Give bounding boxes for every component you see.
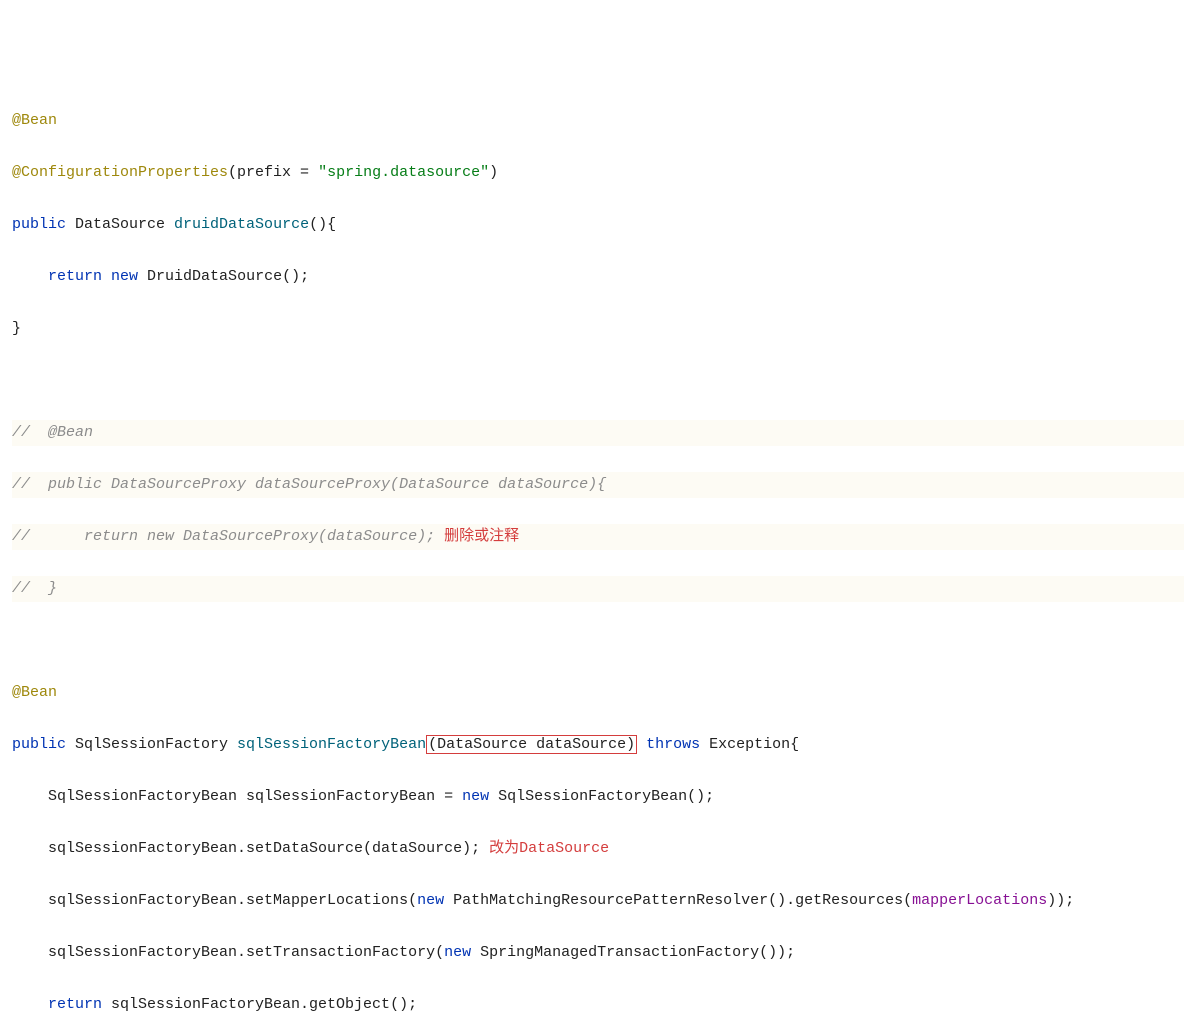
code-line: @Bean bbox=[12, 108, 1184, 134]
keyword-new: new bbox=[111, 268, 138, 285]
code-text: SqlSessionFactoryBean sqlSessionFactoryB… bbox=[12, 788, 462, 805]
code-text: sqlSessionFactoryBean.getObject(); bbox=[102, 996, 417, 1013]
code-text: Exception{ bbox=[700, 736, 799, 753]
code-line: SqlSessionFactoryBean sqlSessionFactoryB… bbox=[12, 784, 1184, 810]
code-line: sqlSessionFactoryBean.setMapperLocations… bbox=[12, 888, 1184, 914]
keyword-return: return bbox=[12, 268, 111, 285]
string-literal: "spring.datasource" bbox=[318, 164, 489, 181]
code-line: public SqlSessionFactory sqlSessionFacto… bbox=[12, 732, 1184, 758]
keyword-public: public bbox=[12, 736, 66, 753]
comment-text: // } bbox=[12, 580, 57, 597]
code-line: @Bean bbox=[12, 680, 1184, 706]
code-text: SpringManagedTransactionFactory()); bbox=[471, 944, 795, 961]
code-line: @ConfigurationProperties(prefix = "sprin… bbox=[12, 160, 1184, 186]
field-mapperLocations: mapperLocations bbox=[912, 892, 1047, 909]
callout-change-datasource: 改为DataSource bbox=[480, 840, 609, 857]
code-line-commented: // } bbox=[12, 576, 1184, 602]
code-text: ) bbox=[489, 164, 498, 181]
code-line: } bbox=[12, 316, 1184, 342]
comment-text: // @Bean bbox=[12, 424, 93, 441]
type-name: DataSource bbox=[66, 216, 174, 233]
annotation-bean: @Bean bbox=[12, 112, 57, 129]
keyword-new: new bbox=[462, 788, 489, 805]
keyword-public: public bbox=[12, 216, 66, 233]
blank-line bbox=[12, 628, 1184, 654]
code-line-commented: // return new DataSourceProxy(dataSource… bbox=[12, 524, 1184, 550]
brace-close: } bbox=[12, 320, 21, 337]
code-text: sqlSessionFactoryBean.setMapperLocations… bbox=[12, 892, 417, 909]
code-line: sqlSessionFactoryBean.setDataSource(data… bbox=[12, 836, 1184, 862]
keyword-new: new bbox=[444, 944, 471, 961]
code-text: sqlSessionFactoryBean.setDataSource(data… bbox=[12, 840, 480, 857]
comment-text: // return new DataSourceProxy(dataSource… bbox=[12, 528, 435, 545]
code-text: (){ bbox=[309, 216, 336, 233]
method-name: sqlSessionFactoryBean bbox=[237, 736, 426, 753]
code-line: public DataSource druidDataSource(){ bbox=[12, 212, 1184, 238]
type-name: SqlSessionFactory bbox=[66, 736, 237, 753]
code-text: PathMatchingResourcePatternResolver().ge… bbox=[444, 892, 912, 909]
keyword-new: new bbox=[417, 892, 444, 909]
comment-text: // public DataSourceProxy dataSourceProx… bbox=[12, 476, 606, 493]
annotation-config-props: @ConfigurationProperties bbox=[12, 164, 228, 181]
code-line-commented: // public DataSourceProxy dataSourceProx… bbox=[12, 472, 1184, 498]
code-text: )); bbox=[1047, 892, 1074, 909]
callout-delete-or-comment: 删除或注释 bbox=[435, 528, 519, 545]
keyword-return: return bbox=[12, 996, 102, 1013]
code-line-commented: // @Bean bbox=[12, 420, 1184, 446]
code-text: sqlSessionFactoryBean.setTransactionFact… bbox=[12, 944, 444, 961]
code-line: return new DruidDataSource(); bbox=[12, 264, 1184, 290]
blank-line bbox=[12, 368, 1184, 394]
highlight-box-datasource-param: (DataSource dataSource) bbox=[426, 735, 637, 754]
keyword-throws: throws bbox=[637, 736, 700, 753]
annotation-bean: @Bean bbox=[12, 684, 57, 701]
code-text: DruidDataSource(); bbox=[138, 268, 309, 285]
code-text: (prefix = bbox=[228, 164, 318, 181]
code-line: sqlSessionFactoryBean.setTransactionFact… bbox=[12, 940, 1184, 966]
method-name: druidDataSource bbox=[174, 216, 309, 233]
code-text: SqlSessionFactoryBean(); bbox=[489, 788, 714, 805]
code-line: return sqlSessionFactoryBean.getObject()… bbox=[12, 992, 1184, 1018]
